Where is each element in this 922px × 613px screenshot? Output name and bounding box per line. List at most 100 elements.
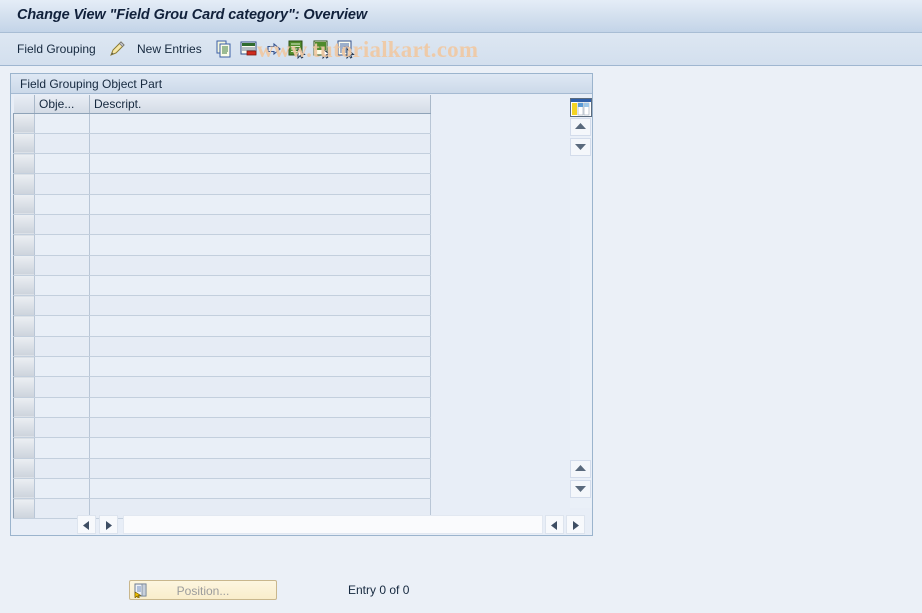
row-selector-cell[interactable]: [13, 356, 35, 378]
select-all-icon[interactable]: [287, 39, 307, 59]
table-row[interactable]: [13, 133, 431, 155]
row-selector-cell[interactable]: [13, 234, 35, 256]
cell-description[interactable]: [89, 295, 431, 317]
cell-description[interactable]: [89, 255, 431, 276]
cell-description[interactable]: [89, 315, 431, 337]
row-selector-cell[interactable]: [13, 336, 35, 358]
vscroll-page-up-button[interactable]: [570, 460, 591, 478]
cell-description[interactable]: [89, 356, 431, 378]
table-row[interactable]: [13, 397, 431, 418]
cell-object[interactable]: [34, 234, 90, 256]
select-block-icon[interactable]: [336, 39, 356, 59]
row-selector-cell[interactable]: [13, 173, 35, 195]
cell-object[interactable]: [34, 458, 90, 479]
table-row[interactable]: [13, 194, 431, 215]
table-row[interactable]: [13, 234, 431, 256]
table-row[interactable]: [13, 336, 431, 358]
row-selector-cell[interactable]: [13, 295, 35, 317]
vscroll-down-button[interactable]: [570, 138, 591, 156]
table-row[interactable]: [13, 255, 431, 276]
undo-icon[interactable]: [264, 39, 284, 59]
horizontal-scrollbar[interactable]: [13, 515, 591, 535]
hscroll-page-right-button[interactable]: [566, 515, 585, 534]
table-row[interactable]: [13, 173, 431, 195]
hscroll-track[interactable]: [123, 515, 543, 534]
row-selector-cell[interactable]: [13, 376, 35, 398]
cell-object[interactable]: [34, 133, 90, 155]
cell-description[interactable]: [89, 458, 431, 479]
deselect-all-icon[interactable]: [312, 39, 332, 59]
cell-object[interactable]: [34, 275, 90, 297]
hscroll-right-button[interactable]: [99, 515, 118, 534]
cell-description[interactable]: [89, 478, 431, 500]
table-row[interactable]: [13, 437, 431, 459]
cell-description[interactable]: [89, 234, 431, 256]
cell-description[interactable]: [89, 194, 431, 215]
position-button[interactable]: Position...: [129, 580, 277, 600]
cell-object[interactable]: [34, 437, 90, 459]
cell-object[interactable]: [34, 153, 90, 175]
pencil-icon[interactable]: [107, 39, 127, 59]
cell-description[interactable]: [89, 214, 431, 236]
column-header-row-selector[interactable]: [13, 95, 35, 114]
vertical-scrollbar[interactable]: [570, 118, 592, 508]
row-selector-cell[interactable]: [13, 255, 35, 276]
row-selector-cell[interactable]: [13, 397, 35, 418]
cell-object[interactable]: [34, 417, 90, 439]
table-row[interactable]: [13, 356, 431, 378]
hscroll-page-left-button[interactable]: [545, 515, 564, 534]
copy-icon[interactable]: [214, 39, 234, 59]
cell-description[interactable]: [89, 397, 431, 418]
cell-description[interactable]: [89, 417, 431, 439]
vscroll-up-button[interactable]: [570, 118, 591, 136]
table-row[interactable]: [13, 295, 431, 317]
cell-object[interactable]: [34, 336, 90, 358]
cell-object[interactable]: [34, 356, 90, 378]
table-row[interactable]: [13, 275, 431, 297]
cell-description[interactable]: [89, 133, 431, 155]
row-selector-cell[interactable]: [13, 214, 35, 236]
cell-object[interactable]: [34, 255, 90, 276]
cell-description[interactable]: [89, 173, 431, 195]
cell-object[interactable]: [34, 315, 90, 337]
table-row[interactable]: [13, 376, 431, 398]
cell-description[interactable]: [89, 376, 431, 398]
row-selector-cell[interactable]: [13, 153, 35, 175]
table-row[interactable]: [13, 113, 431, 134]
cell-description[interactable]: [89, 336, 431, 358]
row-selector-cell[interactable]: [13, 417, 35, 439]
cell-description[interactable]: [89, 275, 431, 297]
row-selector-cell[interactable]: [13, 437, 35, 459]
table-row[interactable]: [13, 315, 431, 337]
cell-object[interactable]: [34, 295, 90, 317]
row-selector-cell[interactable]: [13, 133, 35, 155]
table-row[interactable]: [13, 214, 431, 236]
cell-description[interactable]: [89, 437, 431, 459]
cell-description[interactable]: [89, 153, 431, 175]
vscroll-page-down-button[interactable]: [570, 480, 591, 498]
cell-description[interactable]: [89, 113, 431, 134]
table-row[interactable]: [13, 458, 431, 479]
cell-object[interactable]: [34, 194, 90, 215]
row-selector-cell[interactable]: [13, 194, 35, 215]
row-selector-cell[interactable]: [13, 113, 35, 134]
new-entries-button[interactable]: New Entries: [137, 42, 202, 56]
cell-object[interactable]: [34, 376, 90, 398]
row-selector-cell[interactable]: [13, 458, 35, 479]
table-settings-icon[interactable]: [570, 98, 592, 117]
column-header-description[interactable]: Descript.: [89, 95, 431, 114]
table-row[interactable]: [13, 417, 431, 439]
delete-row-icon[interactable]: [239, 39, 259, 59]
cell-object[interactable]: [34, 214, 90, 236]
row-selector-cell[interactable]: [13, 315, 35, 337]
cell-object[interactable]: [34, 173, 90, 195]
hscroll-left-button[interactable]: [77, 515, 96, 534]
field-grouping-label[interactable]: Field Grouping: [17, 42, 96, 56]
cell-object[interactable]: [34, 478, 90, 500]
cell-object[interactable]: [34, 397, 90, 418]
row-selector-cell[interactable]: [13, 478, 35, 500]
cell-object[interactable]: [34, 113, 90, 134]
column-header-object[interactable]: Obje...: [34, 95, 90, 114]
row-selector-cell[interactable]: [13, 275, 35, 297]
table-row[interactable]: [13, 478, 431, 500]
